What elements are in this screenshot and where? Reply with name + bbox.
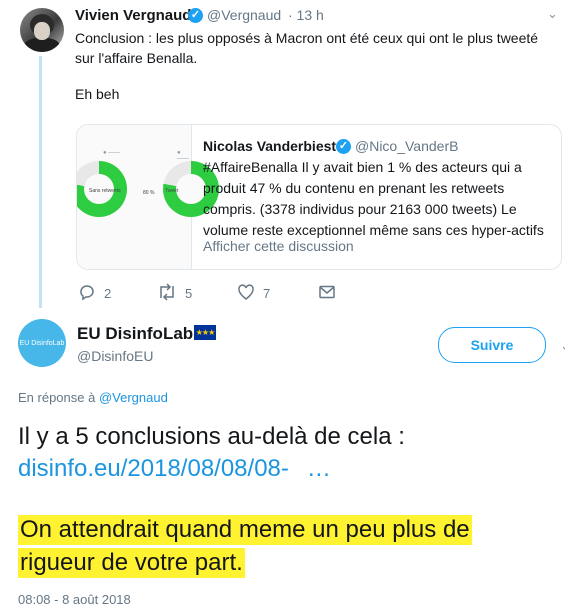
direct-message-button[interactable] — [318, 283, 336, 304]
reply-button[interactable]: 2 — [78, 283, 111, 304]
tweet-time[interactable]: · 13 h — [288, 7, 324, 23]
quoted-tweet-text: #AffaireBenalla Il y avait bien 1 % des … — [203, 159, 544, 238]
tweet-text-line1: Il y a 5 conclusions au-delà de cela : — [18, 423, 405, 450]
envelope-icon — [318, 283, 336, 304]
show-thread-link[interactable]: Afficher cette discussion — [203, 238, 354, 254]
heart-icon — [237, 283, 255, 304]
reply-count: 2 — [104, 286, 112, 301]
retweet-icon — [157, 283, 177, 304]
like-count: 7 — [263, 286, 271, 301]
retweet-button[interactable]: 5 — [157, 283, 192, 304]
tweet-text: Conclusion : les plus opposés à Macron o… — [75, 30, 539, 66]
tweet-text-line2: Eh beh — [75, 86, 120, 102]
tweet-timestamp[interactable]: 08:08 - 8 août 2018 — [18, 592, 131, 607]
verified-badge-icon: ✓ — [188, 8, 203, 23]
author-handle[interactable]: @DisinfoEU — [77, 348, 153, 364]
thread-line — [39, 56, 42, 308]
retweet-count: 5 — [185, 286, 193, 301]
like-button[interactable]: 7 — [237, 283, 270, 304]
chevron-down-icon[interactable]: ⌄ — [560, 338, 565, 354]
author-handle[interactable]: @Vergnaud — [207, 7, 281, 23]
author-name[interactable]: EU DisinfoLab — [77, 324, 193, 344]
chevron-down-icon[interactable]: ⌄ — [547, 6, 558, 22]
reply-icon — [78, 283, 96, 304]
image-legend: ● —— — [103, 150, 121, 156]
highlighted-text: rigueur de votre part. — [18, 548, 245, 578]
tweet-link-line: disinfo.eu/2018/08/08/08- … — [18, 455, 331, 483]
avatar[interactable]: EU DisinfoLab — [18, 319, 66, 367]
tweet-link[interactable]: disinfo.eu/2018/08/08/08- — [18, 455, 289, 482]
reply-context: En réponse à @Vergnaud — [18, 390, 168, 405]
reply-prefix: En réponse à — [18, 390, 96, 405]
author-name[interactable]: Vivien Vergnaud — [75, 7, 191, 24]
follow-button[interactable]: Suivre — [438, 327, 546, 363]
quoted-author-handle[interactable]: @Nico_VanderB — [355, 138, 458, 154]
verified-badge-icon: ✓ — [336, 139, 351, 154]
image-label: 80 % — [143, 190, 155, 196]
link-ellipsis[interactable]: … — [307, 455, 331, 482]
eu-flag-icon: ★★★ — [194, 325, 216, 340]
image-label: Tweet — [165, 188, 179, 194]
reply-to-link[interactable]: @Vergnaud — [99, 390, 168, 405]
highlighted-text: On attendrait quand meme un peu plus de — [18, 515, 472, 545]
image-label: Sans retweets — [89, 188, 121, 194]
quoted-tweet-image[interactable]: ● —— ● —— Sans retweets 80 % Tweet — [77, 125, 219, 269]
avatar[interactable] — [20, 8, 64, 52]
quoted-author-name[interactable]: Nicolas Vanderbiest — [203, 138, 336, 154]
